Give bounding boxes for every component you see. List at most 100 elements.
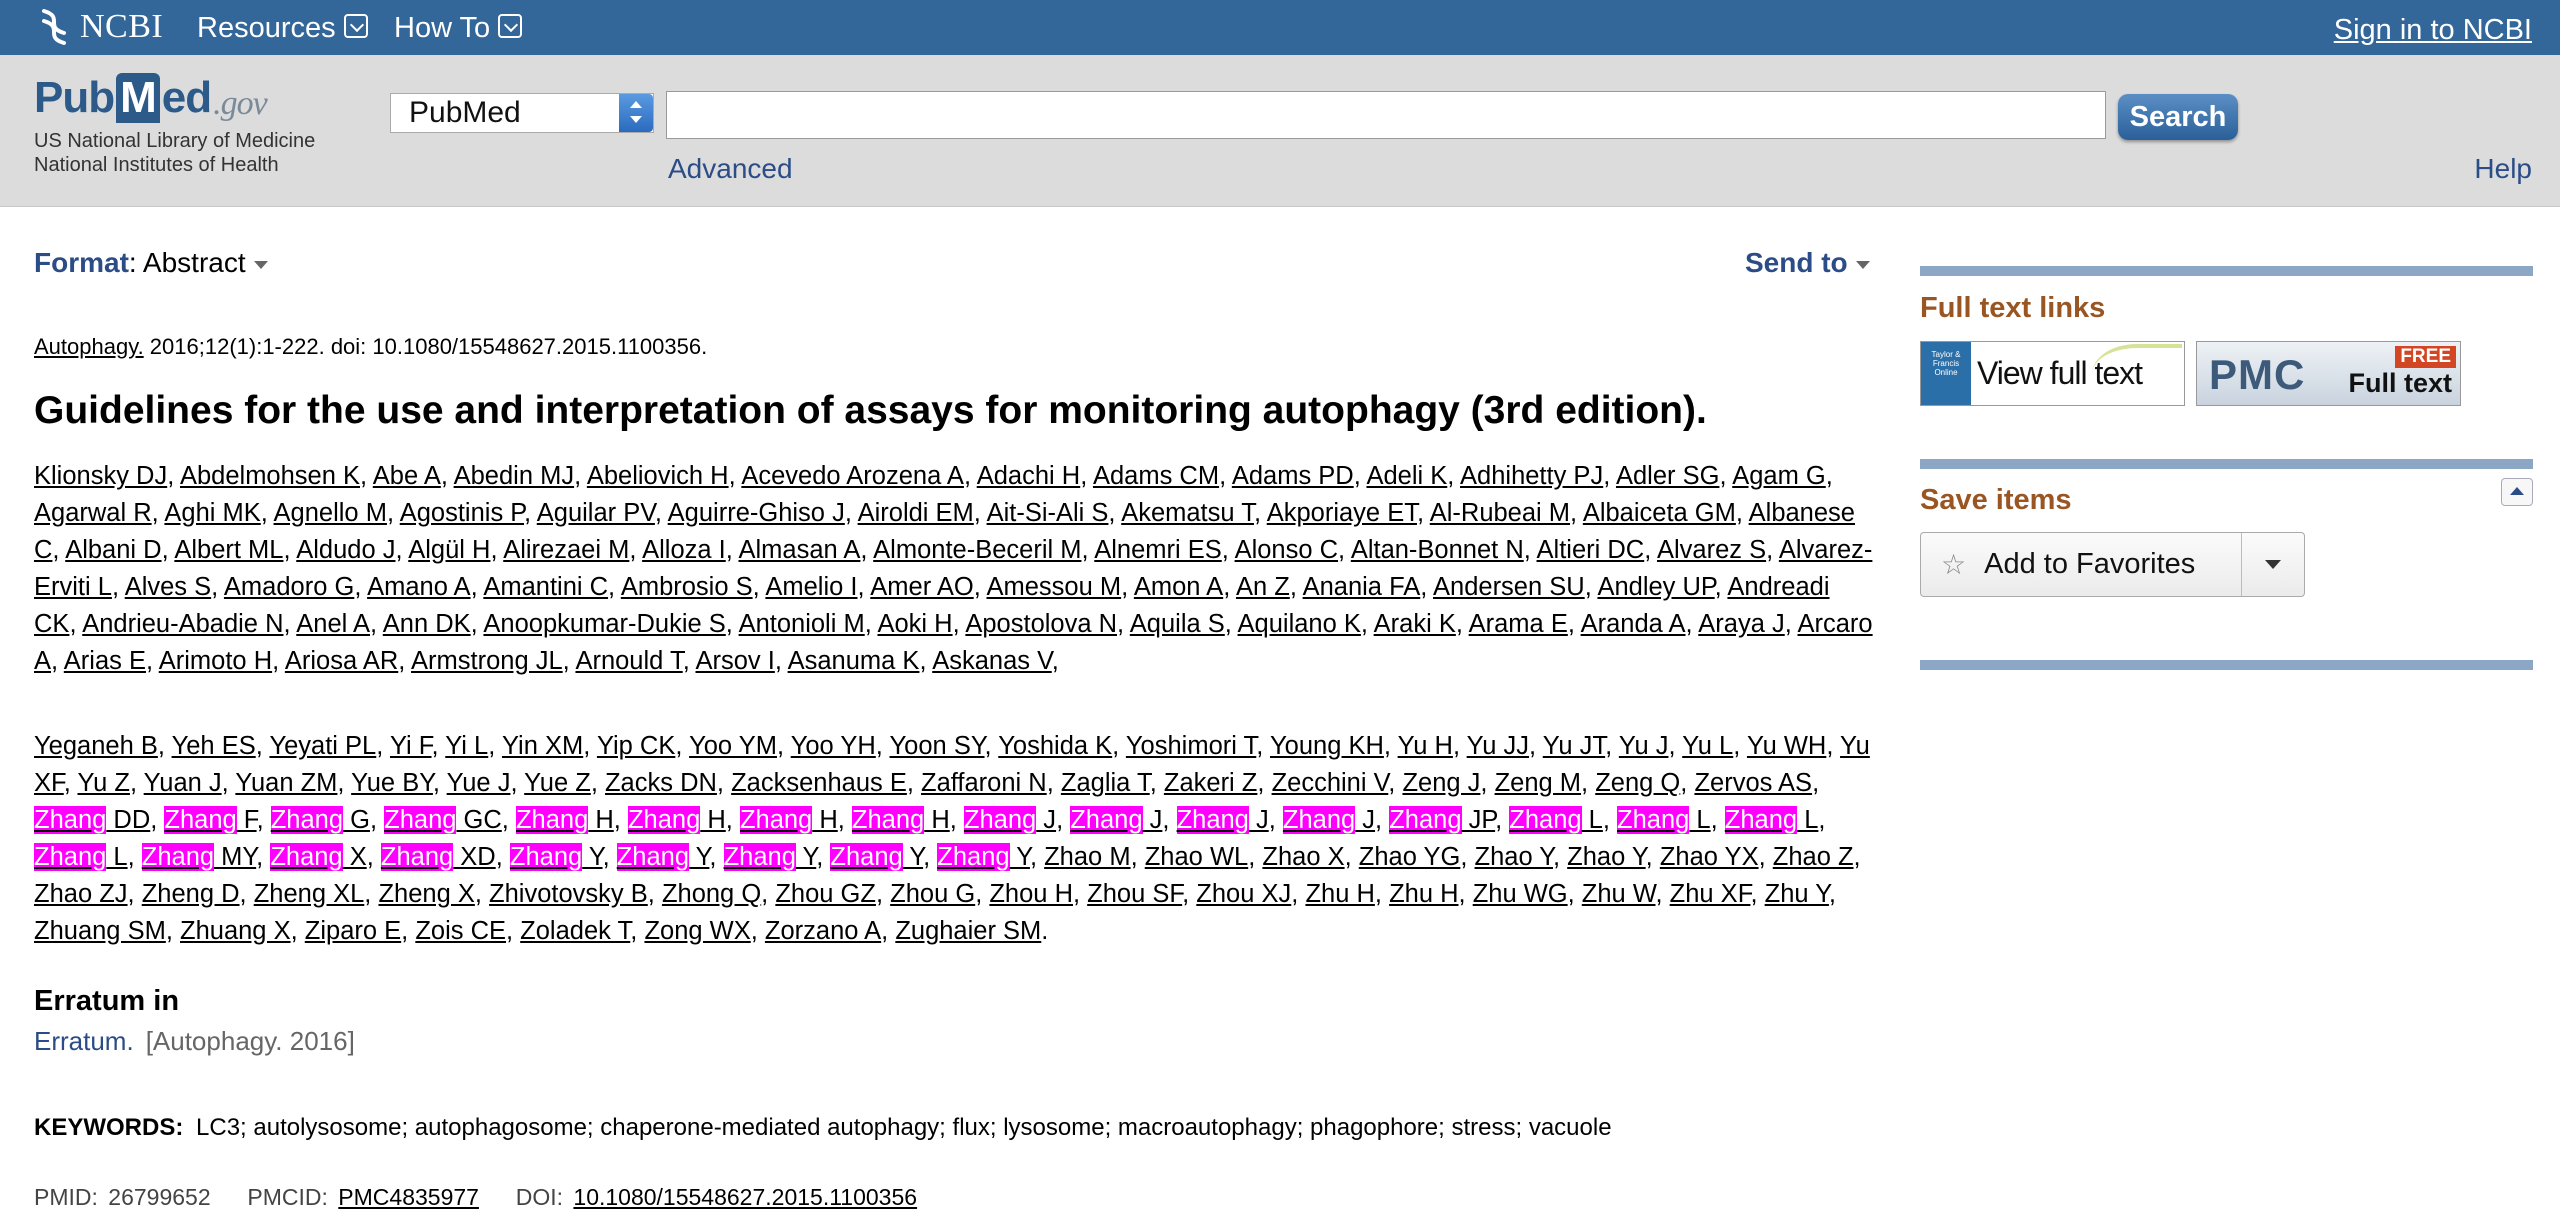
author-link[interactable]: Yoshimori T <box>1126 732 1256 760</box>
author-link[interactable]: Amer AO <box>870 573 973 601</box>
author-link[interactable]: Andrieu-Abadie N <box>82 610 283 638</box>
author-link[interactable]: Zaffaroni N <box>921 769 1047 797</box>
author-link[interactable]: Altan-Bonnet N <box>1351 536 1524 564</box>
author-link[interactable]: Yue Z <box>524 769 591 797</box>
author-link[interactable]: Zhang Y <box>616 843 709 871</box>
author-link[interactable]: Zheng X <box>378 880 474 908</box>
author-link[interactable]: Yeyati PL <box>269 732 376 760</box>
author-link[interactable]: Zhang H <box>739 806 838 834</box>
author-link[interactable]: Yue BY <box>351 769 433 797</box>
author-link[interactable]: Zaglia T <box>1061 769 1150 797</box>
author-link[interactable]: Zeng J <box>1402 769 1480 797</box>
author-link[interactable]: Zacksenhaus E <box>731 769 907 797</box>
author-link[interactable]: Yu H <box>1398 732 1453 760</box>
author-link[interactable]: Zhao YX <box>1660 843 1759 871</box>
author-link[interactable]: Zhou GZ <box>775 880 876 908</box>
author-link[interactable]: Alves S <box>125 573 211 601</box>
author-link[interactable]: Yu Z <box>77 769 129 797</box>
author-link[interactable]: Altieri DC <box>1537 536 1645 564</box>
author-link[interactable]: Zhang Y <box>723 843 816 871</box>
author-link[interactable]: Zeng M <box>1495 769 1581 797</box>
author-link[interactable]: Almasan A <box>739 536 861 564</box>
author-link[interactable]: Yi F <box>390 732 432 760</box>
author-link[interactable]: Yoo YH <box>791 732 876 760</box>
author-link[interactable]: Albaiceta GM <box>1583 499 1736 527</box>
author-link[interactable]: Young KH <box>1270 732 1384 760</box>
author-link[interactable]: Arimoto H <box>159 647 272 675</box>
author-link[interactable]: Alirezaei M <box>503 536 629 564</box>
format-selector[interactable]: Format: Abstract <box>34 247 268 279</box>
author-link[interactable]: Amelio I <box>765 573 857 601</box>
author-link[interactable]: Yi L <box>445 732 488 760</box>
author-link[interactable]: Zhuang X <box>180 917 291 945</box>
author-link[interactable]: Zhang H <box>627 806 726 834</box>
author-link[interactable]: Zheng D <box>142 880 240 908</box>
author-link[interactable]: Amon A <box>1134 573 1223 601</box>
author-link[interactable]: Zacks DN <box>605 769 717 797</box>
author-link[interactable]: Arnould T <box>575 647 682 675</box>
author-link[interactable]: Zhang JP <box>1389 806 1495 834</box>
author-link[interactable]: Anania FA <box>1303 573 1421 601</box>
author-link[interactable]: Zhong Q <box>662 880 761 908</box>
author-link[interactable]: Klionsky DJ <box>34 462 167 490</box>
author-link[interactable]: Zakeri Z <box>1164 769 1258 797</box>
taylor-francis-full-text-button[interactable]: Taylor & Francis Online View full text <box>1920 341 2185 406</box>
author-link[interactable]: Amantini C <box>483 573 608 601</box>
author-link[interactable]: Asanuma K <box>788 647 920 675</box>
author-link[interactable]: Zhang J <box>1176 806 1269 834</box>
author-link[interactable]: Alonso C <box>1235 536 1338 564</box>
author-link[interactable]: Zhang H <box>515 806 614 834</box>
author-link[interactable]: Yu JJ <box>1467 732 1529 760</box>
author-link[interactable]: Akematsu T <box>1121 499 1254 527</box>
author-link[interactable]: Alnemri ES <box>1094 536 1222 564</box>
author-link[interactable]: Araki K <box>1374 610 1456 638</box>
author-link[interactable]: Askanas V <box>932 647 1052 675</box>
author-link[interactable]: Zhang L <box>34 843 128 871</box>
how-to-menu[interactable]: How To <box>394 12 523 45</box>
author-link[interactable]: Zhang L <box>1617 806 1711 834</box>
author-link[interactable]: Andersen SU <box>1433 573 1585 601</box>
author-link[interactable]: Aoki H <box>877 610 952 638</box>
author-link[interactable]: Apostolova N <box>965 610 1117 638</box>
author-link[interactable]: Zhang GC <box>384 806 502 834</box>
author-link[interactable]: Yeh ES <box>172 732 256 760</box>
author-link[interactable]: Adachi H <box>977 462 1080 490</box>
author-link[interactable]: Zhu W <box>1582 880 1656 908</box>
author-link[interactable]: Zhou SF <box>1087 880 1182 908</box>
search-input[interactable] <box>666 91 2106 139</box>
author-link[interactable]: Ziparo E <box>305 917 401 945</box>
author-link[interactable]: Adams PD <box>1232 462 1354 490</box>
author-link[interactable]: Amano A <box>367 573 470 601</box>
author-link[interactable]: Yuan J <box>144 769 222 797</box>
author-link[interactable]: Zhu WG <box>1473 880 1568 908</box>
ncbi-logo[interactable]: NCBI <box>34 6 163 48</box>
author-link[interactable]: Yuan ZM <box>235 769 337 797</box>
author-link[interactable]: Adhihetty PJ <box>1460 462 1603 490</box>
author-link[interactable]: Adler SG <box>1616 462 1719 490</box>
author-link[interactable]: Zeng Q <box>1595 769 1680 797</box>
author-link[interactable]: Zhang L <box>1509 806 1603 834</box>
author-link[interactable]: Abedin MJ <box>454 462 574 490</box>
author-link[interactable]: Agostinis P <box>400 499 524 527</box>
author-link[interactable]: Zhang Y <box>509 843 603 871</box>
author-link[interactable]: Zhou G <box>890 880 975 908</box>
author-link[interactable]: Ait-Si-Ali S <box>987 499 1109 527</box>
author-link[interactable]: Zhang Y <box>830 843 923 871</box>
author-link[interactable]: Abeliovich H <box>587 462 729 490</box>
author-link[interactable]: Zhang MY <box>141 843 256 871</box>
author-link[interactable]: Aquilano K <box>1238 610 1361 638</box>
author-link[interactable]: Alloza I <box>642 536 726 564</box>
author-link[interactable]: Ann DK <box>383 610 471 638</box>
author-link[interactable]: Antonioli M <box>739 610 865 638</box>
author-link[interactable]: Zhivotovsky B <box>489 880 648 908</box>
author-link[interactable]: Zughaier SM <box>895 917 1041 945</box>
author-link[interactable]: Agarwal R <box>34 499 152 527</box>
author-link[interactable]: Aranda A <box>1581 610 1686 638</box>
author-link[interactable]: Zhao YG <box>1359 843 1461 871</box>
journal-link[interactable]: Autophagy. <box>34 334 144 359</box>
author-link[interactable]: Zhang XD <box>380 843 496 871</box>
author-link[interactable]: Zhang J <box>1282 806 1375 834</box>
author-link[interactable]: Adeli K <box>1366 462 1447 490</box>
author-link[interactable]: Ariosa AR <box>285 647 398 675</box>
author-link[interactable]: Yu J <box>1619 732 1669 760</box>
